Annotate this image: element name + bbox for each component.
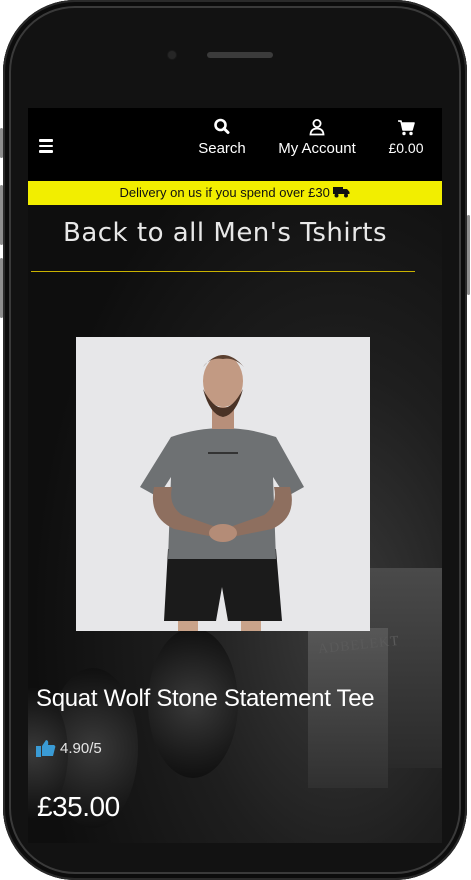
cart-button[interactable]: £0.00 [382, 116, 430, 156]
product-image[interactable] [76, 337, 370, 631]
product-price: £35.00 [37, 791, 120, 822]
speaker-grille [207, 52, 273, 58]
user-icon [309, 119, 325, 136]
cart-icon [398, 120, 415, 136]
top-nav-bar: Search My Account £0.00 [28, 108, 442, 181]
camera-icon [168, 51, 176, 59]
volume-button [0, 185, 3, 245]
rating-value: 4.90/5 [60, 739, 102, 757]
truck-icon [333, 187, 350, 198]
product-title: Squat Wolf Stone Statement Tee [36, 685, 375, 712]
screen: ADBELEKT Search My Account £0.00 Deliver… [28, 108, 442, 843]
back-to-category-link[interactable]: Back to all Men's Tshirts [28, 218, 422, 248]
search-button[interactable]: Search [192, 116, 252, 157]
account-button[interactable]: My Account [271, 116, 363, 157]
side-button [0, 128, 3, 158]
search-label: Search [198, 140, 246, 157]
thumbs-up-icon [36, 740, 56, 757]
menu-button[interactable] [39, 139, 53, 153]
volume-button [0, 258, 3, 318]
cart-total: £0.00 [388, 140, 424, 156]
delivery-banner: Delivery on us if you spend over £30 [28, 181, 442, 205]
divider [31, 271, 415, 272]
account-label: My Account [278, 140, 356, 157]
product-photo [76, 337, 370, 631]
delivery-text: Delivery on us if you spend over £30 [119, 185, 330, 200]
power-button [467, 215, 470, 295]
product-rating: 4.90/5 [36, 739, 102, 757]
search-icon [214, 118, 230, 134]
